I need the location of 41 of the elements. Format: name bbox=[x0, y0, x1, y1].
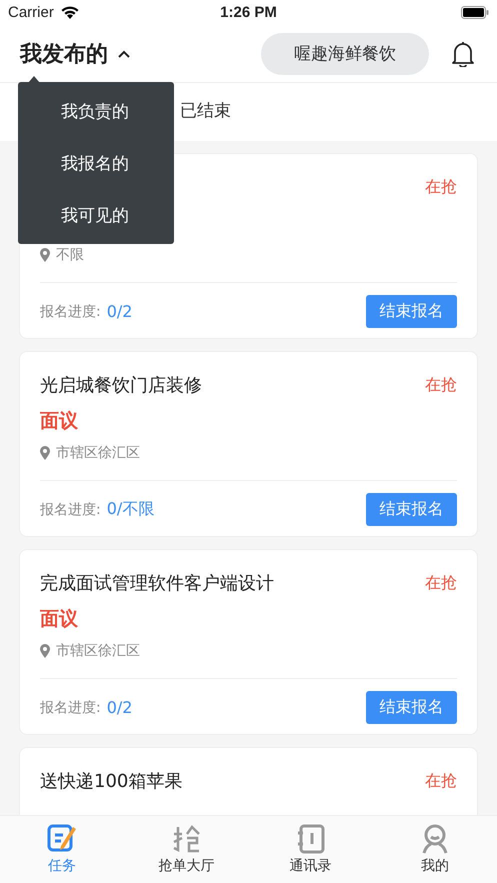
wifi-icon bbox=[60, 6, 80, 20]
task-card[interactable]: 光启城餐饮门店装修 在抢 面议 市辖区徐汇区 报名进度: 0/不限 结束报名 bbox=[19, 351, 478, 537]
company-button[interactable]: 喔趣海鲜餐饮 bbox=[261, 32, 429, 74]
bell-icon[interactable] bbox=[451, 40, 475, 66]
task-status: 在抢 bbox=[425, 176, 457, 198]
menu-item[interactable]: 我负责的 bbox=[18, 86, 174, 138]
progress-label: 报名进度: bbox=[40, 698, 101, 716]
progress-label: 报名进度: bbox=[40, 500, 101, 518]
task-card[interactable]: 完成面试管理软件客户端设计 在抢 面议 市辖区徐汇区 报名进度: 0/2 结束报名 bbox=[19, 549, 478, 735]
clock-text: 1:26 PM bbox=[220, 4, 277, 21]
progress-value: 0/不限 bbox=[106, 499, 154, 520]
progress-value: 0/2 bbox=[106, 302, 132, 321]
progress-value: 0/2 bbox=[106, 698, 132, 717]
task-status: 在抢 bbox=[425, 374, 457, 396]
task-price: 面议 bbox=[40, 608, 78, 630]
progress-label: 报名进度: bbox=[40, 302, 101, 320]
battery-icon bbox=[461, 6, 489, 19]
task-price: 面议 bbox=[40, 410, 78, 432]
tab-bar-item[interactable]: 我的 bbox=[390, 824, 480, 875]
task-location: 不限 bbox=[56, 246, 84, 264]
tab-bar-item[interactable]: 通讯录 bbox=[266, 824, 356, 875]
task-location: 市辖区徐汇区 bbox=[56, 642, 140, 660]
page-title[interactable]: 我发布的 bbox=[20, 38, 108, 68]
tab-bar-item[interactable]: 抢单大厅 bbox=[141, 824, 232, 875]
task-status: 在抢 bbox=[425, 770, 457, 792]
carrier-text: Carrier bbox=[8, 4, 54, 21]
notebook-icon bbox=[296, 824, 326, 854]
chevron-icon[interactable] bbox=[118, 50, 130, 58]
location-pin-icon bbox=[40, 248, 50, 262]
menu-item[interactable]: 我可见的 bbox=[18, 190, 174, 242]
filter-tab[interactable]: 已结束 bbox=[180, 83, 231, 141]
location-pin-icon bbox=[40, 644, 50, 658]
location-pin-icon bbox=[40, 446, 50, 460]
task-status: 在抢 bbox=[425, 572, 457, 594]
task-location: 市辖区徐汇区 bbox=[56, 444, 140, 462]
task-card[interactable]: 送快递100箱苹果 在抢 bbox=[19, 747, 478, 815]
task-title: 光启城餐饮门店装修 bbox=[40, 374, 202, 397]
document-pen-icon bbox=[47, 824, 78, 854]
task-title: 完成面试管理软件客户端设计 bbox=[40, 572, 274, 595]
task-title: 送快递100箱苹果 bbox=[40, 770, 182, 793]
person-icon bbox=[420, 824, 450, 854]
